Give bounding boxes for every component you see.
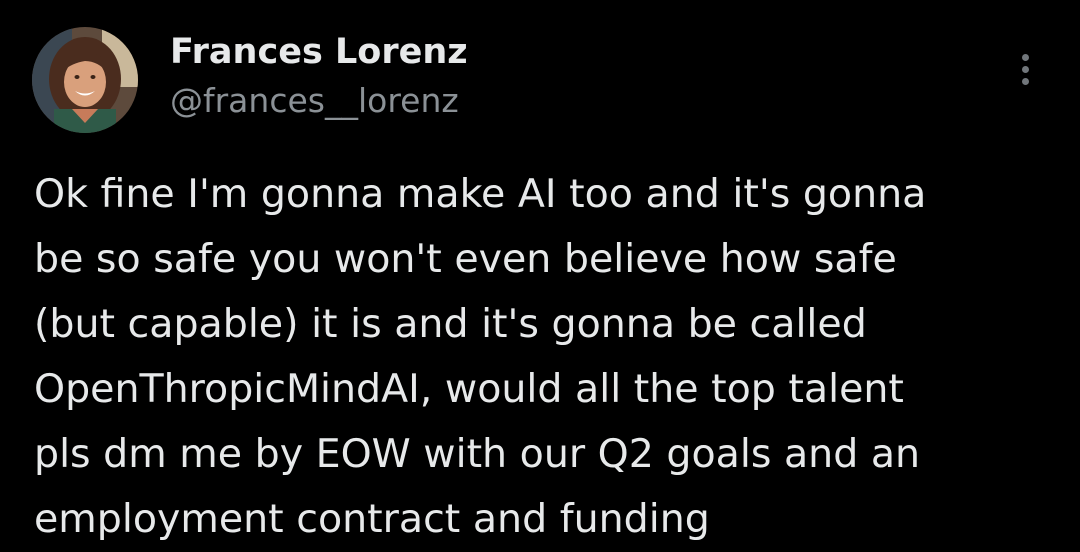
more-options-button[interactable] (1006, 48, 1046, 92)
tweet-text-line: be so safe you won't even believe how sa… (34, 236, 897, 282)
author-handle[interactable]: @frances__lorenz (170, 80, 459, 122)
tweet-text-line: OpenThropicMindAI, would all the top tal… (34, 366, 904, 412)
tweet-text-line: (but capable) it is and it's gonna be ca… (34, 301, 867, 347)
avatar[interactable] (32, 27, 138, 133)
vertical-ellipsis-icon (1022, 66, 1029, 73)
tweet-text-line: pls dm me by EOW with our Q2 goals and a… (34, 431, 921, 477)
tweet-text-line: Ok fine I'm gonna make AI too and it's g… (34, 171, 927, 217)
author-name[interactable]: Frances Lorenz (170, 30, 468, 74)
profile-photo-icon (32, 27, 138, 133)
tweet-text-line: employment contract and funding (34, 496, 710, 542)
vertical-ellipsis-icon (1022, 54, 1029, 61)
tweet-card: Frances Lorenz @frances__lorenz Ok fine … (0, 0, 1080, 544)
tweet-text: Ok fine I'm gonna make AI too and it's g… (34, 162, 1064, 552)
vertical-ellipsis-icon (1022, 78, 1029, 85)
